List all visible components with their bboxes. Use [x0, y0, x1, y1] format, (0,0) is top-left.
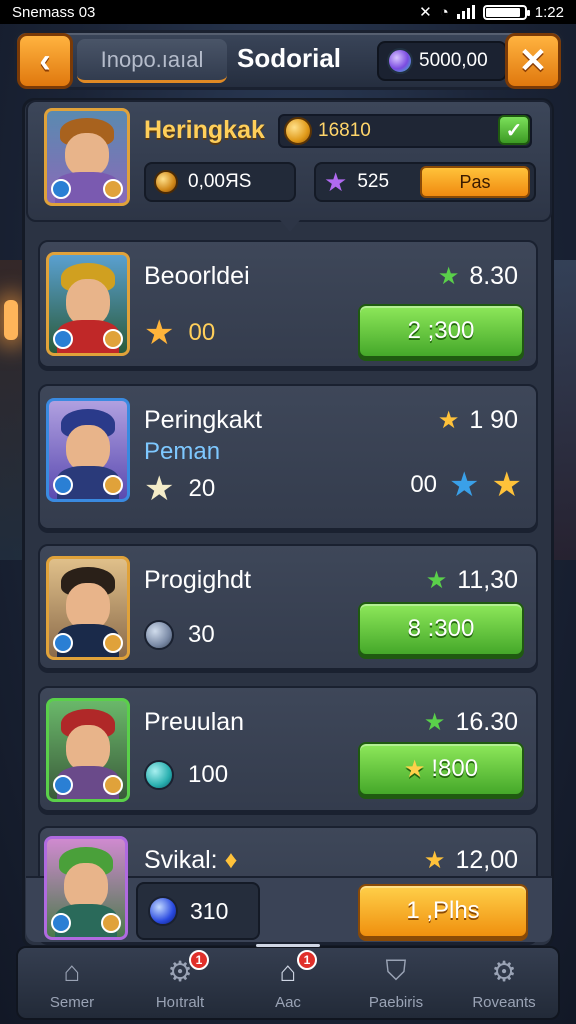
- star-value: 525: [357, 171, 390, 192]
- coin-value: 0,00ЯS: [188, 171, 252, 192]
- blue-star-icon[interactable]: ★: [449, 468, 479, 502]
- buy-button[interactable]: ★ !800: [358, 742, 524, 796]
- card-title: Peringkakt: [144, 406, 263, 434]
- rating: ★ 1 90: [437, 406, 518, 434]
- gem-icon: [387, 48, 413, 74]
- player-avatar[interactable]: [44, 108, 130, 206]
- rating: ★ 11,30: [425, 566, 518, 594]
- buy-button[interactable]: 2 ;300: [358, 304, 524, 358]
- player-name: Heringkak: [144, 116, 265, 144]
- clock: 1:22: [534, 3, 564, 21]
- shield-icon: ⛉: [385, 955, 407, 986]
- back-button[interactable]: ‹: [17, 33, 73, 89]
- wifi-icon: ◔: [439, 3, 449, 21]
- purple-star-icon: ★: [324, 167, 348, 197]
- rating: ★ 16.30: [423, 708, 518, 736]
- signal-icon: [456, 5, 475, 19]
- rating: ★ 12,00: [423, 846, 518, 874]
- star-icon: ★: [403, 755, 426, 783]
- nav-item-main[interactable]: ⌂ 1 Aac: [238, 943, 338, 1011]
- close-button[interactable]: ✕: [505, 33, 561, 89]
- card-title: Beoorldei: [144, 262, 250, 290]
- close-x-icon: ✕: [518, 42, 548, 80]
- gears-icon: ⚙ 1: [163, 949, 209, 988]
- yellow-star-icon[interactable]: ★: [492, 468, 522, 502]
- avatar-badge-right: [103, 179, 123, 199]
- yellow-star-icon: ★: [437, 407, 460, 434]
- hero-avatar: [46, 556, 130, 660]
- coin-stat: 0,00ЯS: [144, 162, 296, 202]
- bottom-navigation: ⌂ Semer ⚙ 1 Hoıtralt ⌂ 1 Aac ⛉ Paebiris ⚙ …: [16, 943, 560, 1020]
- white-star-icon: ★: [144, 470, 175, 508]
- gray-orb-icon: [144, 620, 174, 650]
- resource: 100: [144, 760, 228, 790]
- gold-star-icon: ★: [144, 314, 175, 352]
- buy-button[interactable]: 8 :300: [358, 602, 524, 656]
- gold-coin-icon: [284, 117, 312, 145]
- card-title: Preuulan: [144, 708, 245, 736]
- hero-avatar: [46, 252, 130, 356]
- nav-item-settings[interactable]: ⚙ Roveants: [454, 956, 554, 1011]
- green-star-icon: ★: [423, 709, 446, 736]
- chevron-left-icon: ‹: [39, 41, 51, 80]
- gear-icon: ⚙: [491, 956, 517, 987]
- card-title: Svikal: ♦: [144, 846, 238, 874]
- notification-badge: 1: [189, 949, 209, 970]
- resource: ★ 20: [144, 470, 216, 508]
- green-star-icon: ★: [425, 567, 448, 594]
- carrier-label: Snemass 03: [12, 3, 96, 21]
- notification-badge: 1: [297, 949, 317, 970]
- battery-icon: [482, 4, 530, 20]
- resource: 30: [144, 620, 215, 650]
- status-bar: Snemass 03 ✕ ◔ 1:22: [0, 0, 576, 24]
- mute-icon: ✕: [419, 4, 432, 21]
- pas-button[interactable]: Pas: [420, 166, 530, 198]
- resource: ★ 00: [144, 314, 216, 352]
- gem-amount: 5000,00: [419, 50, 488, 71]
- home-icon: ⌂: [63, 955, 81, 987]
- card-title: Progighdt: [144, 566, 252, 594]
- yellow-star-icon: ★: [423, 847, 446, 874]
- tab-inactive[interactable]: Inopo.ıaıal: [77, 39, 227, 83]
- nav-item-home[interactable]: ⌂ Semer: [22, 956, 122, 1011]
- star-rewards: 00 ★ ★: [410, 466, 522, 504]
- nav-item-shield[interactable]: ⛉ Paebiris: [346, 955, 446, 1011]
- list-item[interactable]: Peringkakt Peman ★ 1 90 ★ 20 00 ★ ★: [38, 384, 538, 530]
- nav-item-settings-group[interactable]: ⚙ 1 Hoıtralt: [130, 949, 230, 1011]
- resource: 310: [136, 882, 260, 940]
- top-bar: ‹ Inopo.ıaıal Sodorial 5000,00 ✕: [14, 30, 564, 90]
- thumb-icon: ♦: [224, 846, 238, 874]
- purchase-button[interactable]: 1 ,Plhs: [358, 884, 528, 938]
- teal-orb-icon: [144, 760, 174, 790]
- star-stat: ★ 525 Pas: [314, 162, 536, 202]
- page-title: Sodorial: [237, 43, 342, 73]
- check-icon: ✓: [505, 119, 523, 142]
- rating: ★ 8.30: [437, 262, 518, 290]
- hero-avatar: [44, 836, 128, 940]
- gem-counter[interactable]: 5000,00: [377, 41, 507, 81]
- coin-icon: [154, 170, 178, 194]
- checkmark-button[interactable]: ✓: [498, 115, 530, 145]
- list-item[interactable]: Preuulan ★ 16.30 100 ★ !800: [38, 686, 538, 812]
- blue-orb-icon: [148, 896, 178, 926]
- avatar-badge-left: [51, 179, 71, 199]
- gold-amount: 16810: [318, 120, 371, 141]
- background-lamp: [4, 300, 18, 340]
- list-item[interactable]: Beoorldei ★ 8.30 ★ 00 2 ;300: [38, 240, 538, 368]
- gold-counter: 16810: [278, 114, 532, 148]
- player-profile: Heringkak 16810 ✓ 0,00ЯS ★ 525 Pas: [26, 100, 552, 232]
- hero-avatar: [46, 398, 130, 502]
- hero-avatar: [46, 698, 130, 802]
- card-subtitle: Peman: [144, 438, 221, 465]
- list-item[interactable]: Progighdt ★ 11,30 30 8 :300: [38, 544, 538, 670]
- green-star-icon: ★: [437, 263, 460, 290]
- house-up-icon: ⌂ 1: [271, 949, 317, 988]
